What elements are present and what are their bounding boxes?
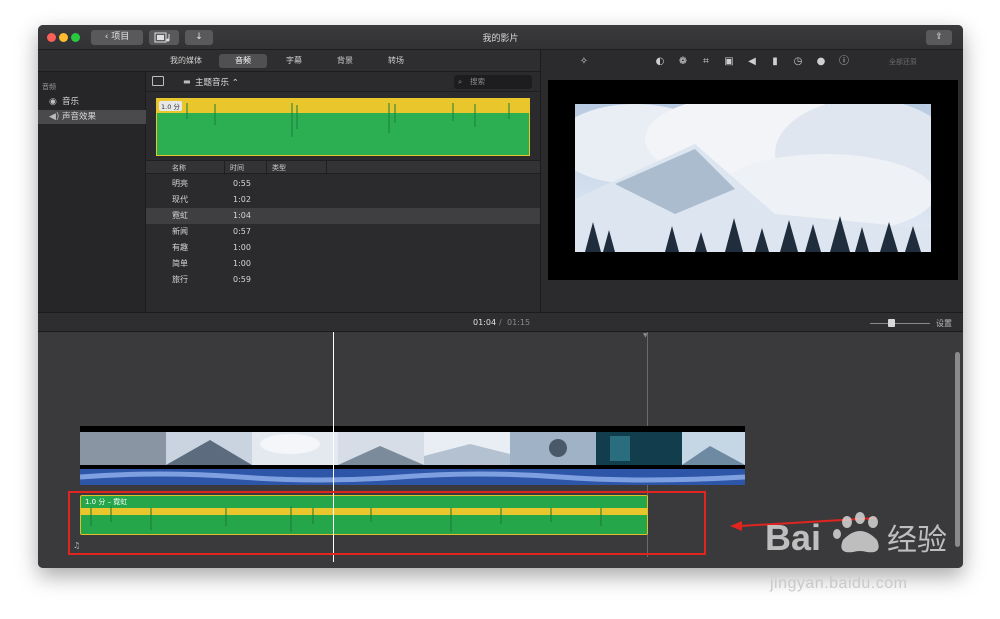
share-button[interactable]: ⇪ — [926, 30, 952, 45]
speed-icon[interactable]: ◷ — [792, 56, 804, 68]
video-preview[interactable] — [548, 80, 958, 280]
filter-icon[interactable]: ● — [815, 56, 827, 68]
list-item[interactable]: 旅行 0:59 — [146, 272, 540, 288]
magic-wand-icon[interactable]: ✧ — [578, 56, 590, 68]
video-thumbnails — [80, 432, 745, 465]
watermark-url: jingyan.baidu.com — [770, 575, 908, 592]
audio-waveform-graphic — [80, 471, 745, 483]
sidebar-item-sound-effects[interactable]: ◀) 声音效果 — [38, 110, 146, 124]
color-balance-icon[interactable]: ◐ — [654, 56, 666, 68]
end-marker-triangle-icon: ▼ — [643, 332, 648, 339]
video-clip-track[interactable] — [80, 426, 745, 469]
list-item[interactable]: 有趣 1:00 — [146, 240, 540, 256]
tab-titles[interactable]: 字幕 — [273, 54, 315, 68]
volume-icon[interactable]: ◀ — [746, 56, 758, 68]
current-time: 01:04 — [473, 318, 497, 327]
list-item[interactable]: 霓虹 1:04 — [146, 208, 540, 224]
tab-transitions[interactable]: 转场 — [375, 54, 417, 68]
list-item[interactable]: 现代 1:02 — [146, 192, 540, 208]
sidebar-heading: 音频 — [42, 83, 56, 91]
sidebar-item-label: 音乐 — [62, 97, 80, 107]
crop-icon[interactable]: ⌗ — [700, 56, 712, 68]
audio-browser: ▬ 主题音乐 ⌃ ⌕ 搜索 1.0 分 名称 时间 类型 明亮 0:55 现代 … — [146, 72, 540, 312]
reset-all-button[interactable]: 全部还原 — [889, 57, 917, 67]
music-disc-icon: ◉ — [49, 97, 57, 107]
audio-preview-waveform[interactable]: 1.0 分 — [156, 98, 530, 156]
list-header: 名称 时间 类型 — [146, 160, 540, 175]
share-icon: ⇪ — [935, 32, 943, 42]
search-icon: ⌕ — [458, 77, 463, 86]
info-icon[interactable]: ⓘ — [838, 56, 850, 68]
title-bar: ‹ 项目 ↓ 我的影片 ⇪ — [38, 25, 963, 50]
avalanche-video-frame — [575, 104, 931, 252]
zoom-slider[interactable] — [870, 319, 930, 327]
baidu-watermark-logo: Bai 经验 — [765, 512, 947, 558]
viewer-panel: ✧ ◐ ❁ ⌗ ▣ ◀ ▮ ◷ ● ⓘ 全部还原 — [540, 50, 963, 327]
folder-icon: ▬ — [183, 77, 191, 86]
sidebar-toggle-icon[interactable] — [152, 76, 164, 86]
column-type-header[interactable]: 类型 — [272, 163, 286, 173]
clip-audio-waveform[interactable] — [80, 469, 745, 485]
folder-selector[interactable]: 主题音乐 ⌃ — [195, 76, 239, 88]
settings-button[interactable]: 设置 — [936, 318, 952, 329]
tab-my-media[interactable]: 我的媒体 — [162, 54, 210, 68]
window-title: 我的影片 — [482, 34, 519, 44]
search-input[interactable]: ⌕ 搜索 — [454, 75, 532, 89]
waveform-graphic — [157, 99, 529, 137]
highlight-box — [68, 491, 706, 555]
total-time: 01:15 — [507, 318, 531, 327]
timeline-toolbar: 01:04 / 01:15 设置 — [38, 312, 963, 332]
time-separator: / — [499, 318, 502, 327]
list-item[interactable]: 明亮 0:55 — [146, 176, 540, 192]
duration-badge: 1.0 分 — [159, 101, 182, 111]
tab-audio[interactable]: 音频 — [219, 54, 267, 68]
browser-tab-bar: 我的媒体 音频 字幕 背景 转场 — [38, 50, 540, 72]
list-item[interactable]: 简单 1:00 — [146, 256, 540, 272]
sidebar-item-music[interactable]: ◉ 音乐 — [38, 95, 146, 109]
tab-backgrounds[interactable]: 背景 — [324, 54, 366, 68]
imovie-window: ‹ 项目 ↓ 我的影片 ⇪ 我的媒体 音频 字幕 背景 转场 音频 ◉ 音乐 ◀… — [38, 25, 963, 568]
zoom-slider-knob[interactable] — [888, 319, 895, 327]
column-time-header[interactable]: 时间 — [230, 163, 244, 173]
list-item[interactable]: 新闻 0:57 — [146, 224, 540, 240]
svg-text:Bai: Bai — [765, 517, 821, 558]
column-name-header[interactable]: 名称 — [172, 163, 186, 173]
browser-toolbar: ▬ 主题音乐 ⌃ ⌕ 搜索 — [146, 72, 540, 92]
equalizer-icon[interactable]: ▮ — [769, 56, 781, 68]
speaker-icon: ◀) — [49, 112, 60, 122]
sidebar-item-label: 声音效果 — [62, 112, 97, 122]
stabilization-icon[interactable]: ▣ — [723, 56, 735, 68]
updown-chevron-icon: ⌃ — [229, 78, 239, 88]
color-correction-icon[interactable]: ❁ — [677, 56, 689, 68]
library-sidebar: 音频 ◉ 音乐 ◀) 声音效果 — [38, 72, 146, 312]
svg-text:经验: 经验 — [887, 523, 947, 558]
